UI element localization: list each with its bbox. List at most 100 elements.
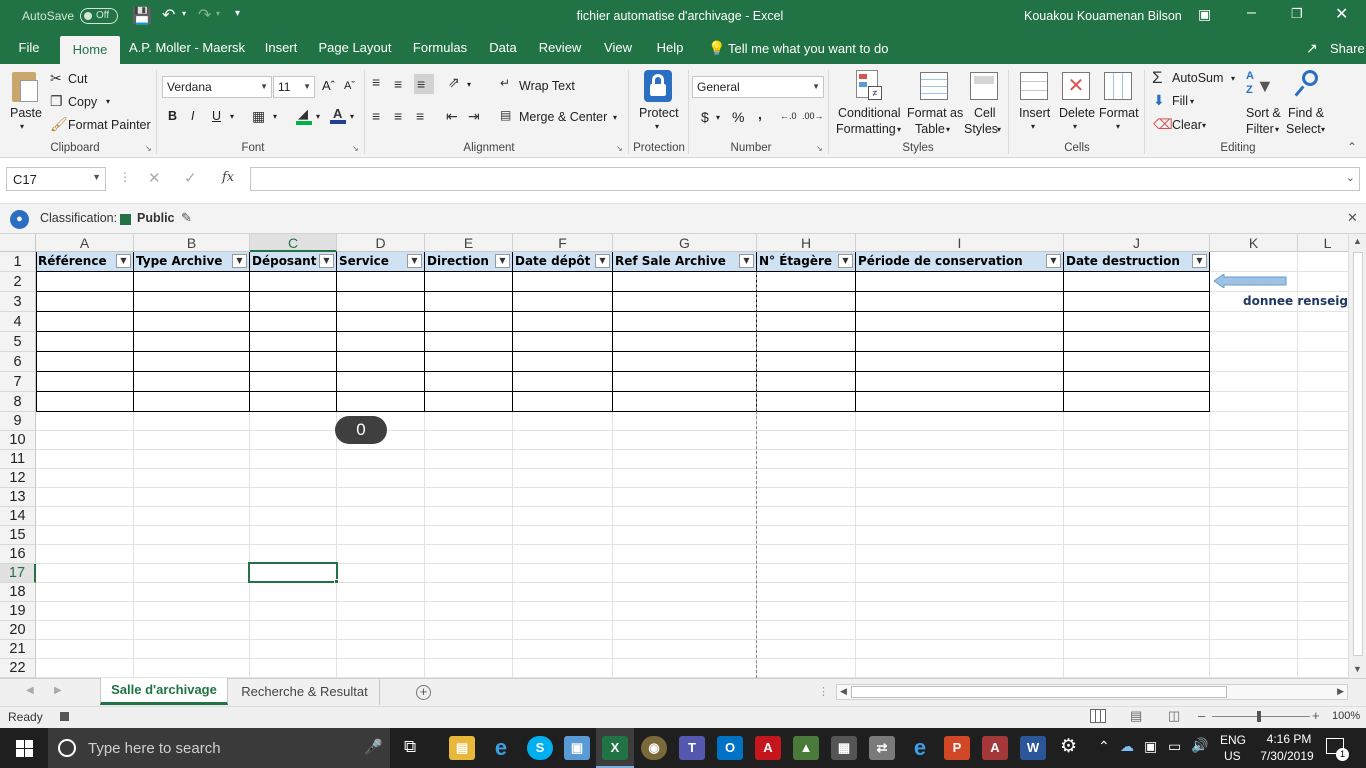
table-cell[interactable] [250,312,337,332]
vertical-scrollbar[interactable]: ▲ ▼ [1348,234,1366,678]
fill-dropdown-icon[interactable]: ▾ [316,112,320,121]
column-header-a[interactable]: A [36,234,134,252]
table-cell[interactable] [36,332,134,352]
tab-home[interactable]: Home [60,36,120,64]
scroll-thumb[interactable] [1353,252,1363,656]
tell-me-input[interactable]: Tell me what you want to do [728,41,888,56]
fill-color-icon[interactable]: ◢ [296,106,312,125]
underline-dropdown-icon[interactable]: ▾ [230,112,234,121]
table-cell[interactable] [757,392,856,412]
table-cell[interactable] [613,372,757,392]
filter-dropdown-icon[interactable]: ▼ [1192,254,1207,268]
delete-cells-button[interactable]: Delete [1059,106,1095,120]
table-cell[interactable] [425,392,513,412]
clear-dropdown-icon[interactable]: ▾ [1202,121,1206,130]
table-cell[interactable] [250,332,337,352]
tab-review[interactable]: Review [534,32,586,64]
format-as-table-dropdown-icon[interactable]: ▾ [946,125,950,134]
borders-dropdown-icon[interactable]: ▾ [273,112,277,121]
table-cell[interactable] [134,392,250,412]
table-cell[interactable] [1064,392,1210,412]
cut-button[interactable]: Cut [68,72,87,86]
table-cell[interactable] [134,372,250,392]
number-launcher-icon[interactable]: ↘ [816,144,823,153]
next-sheet-icon[interactable]: ▶ [54,685,62,696]
teams-icon[interactable]: T [679,736,705,760]
table-cell[interactable] [36,352,134,372]
find-select-label-1[interactable]: Find & [1288,106,1324,120]
table-cell[interactable] [1064,272,1210,292]
format-dropdown-icon[interactable]: ▾ [1116,122,1120,131]
zoom-in-icon[interactable]: + [1312,708,1320,723]
restore-icon[interactable]: ❐ [1291,6,1303,22]
access-icon[interactable]: A [982,736,1008,760]
app-icon-green[interactable]: ▲ [793,736,819,760]
autosum-button[interactable]: AutoSum [1172,71,1223,85]
row-header-6[interactable]: 6 [0,352,36,372]
sheet-tab-recherche-resultat[interactable]: Recherche & Resultat [230,679,380,705]
table-cell[interactable] [856,312,1064,332]
row-header-7[interactable]: 7 [0,372,36,392]
number-format-select[interactable]: General ▼ [692,76,824,98]
share-icon[interactable]: ↗ [1306,40,1318,57]
shrink-font-icon[interactable]: Aˇ [344,80,355,92]
table-cell[interactable] [757,312,856,332]
sort-filter-label-2[interactable]: Filter [1246,122,1274,136]
merge-center-button[interactable]: Merge & Center [519,110,607,124]
column-header-e[interactable]: E [425,234,513,252]
app-icon-gray[interactable]: ⇄ [869,736,895,760]
undo-dropdown-icon[interactable]: ▾ [182,9,186,18]
remote-desktop-icon[interactable]: ▣ [564,736,590,760]
clear-button[interactable]: Clear [1172,118,1202,132]
grow-font-icon[interactable]: Aˆ [322,78,335,93]
tab-formulas[interactable]: Formulas [406,32,474,64]
tab-data[interactable]: Data [484,32,522,64]
fill-handle[interactable] [334,579,339,584]
paste-dropdown-icon[interactable]: ▾ [20,122,24,131]
row-header-13[interactable]: 13 [0,488,36,507]
format-painter-button[interactable]: Format Painter [68,118,151,132]
table-cell[interactable] [613,332,757,352]
tab-split-handle-icon[interactable]: ⋮ [818,685,829,698]
file-explorer-icon[interactable]: ▤ [449,736,475,760]
row-header-17[interactable]: 17 [0,564,36,583]
table-cell[interactable] [1064,352,1210,372]
table-cell[interactable] [513,392,613,412]
table-cell[interactable] [250,292,337,312]
tab-maersk[interactable]: A.P. Moller - Maersk [126,32,248,64]
scroll-up-icon[interactable]: ▲ [1353,236,1362,246]
filter-dropdown-icon[interactable]: ▼ [838,254,853,268]
currency-dropdown-icon[interactable]: ▾ [716,113,720,122]
page-layout-view-icon[interactable]: ▤ [1130,708,1142,724]
row-header-2[interactable]: 2 [0,272,36,292]
sheet-tab-salle-archivage[interactable]: Salle d'archivage [100,678,228,705]
redo-icon[interactable]: ↷ [198,5,211,25]
insert-cells-icon[interactable] [1020,72,1048,100]
find-select-label-2[interactable]: Select [1286,122,1321,136]
table-cell[interactable] [513,352,613,372]
tab-insert[interactable]: Insert [258,32,304,64]
customize-qat-icon[interactable]: ▾ [235,8,240,19]
calculator-icon[interactable]: ▦ [831,736,857,760]
excel-taskbar-active[interactable]: X [596,728,634,768]
find-dropdown-icon[interactable]: ▾ [1321,125,1325,134]
align-top-icon[interactable]: ≡ [372,74,380,90]
share-button[interactable]: Share [1330,41,1365,56]
wrap-text-icon[interactable]: ↵ [500,76,510,90]
language-line-1[interactable]: ENG [1220,733,1246,747]
wrap-text-button[interactable]: Wrap Text [519,79,575,93]
column-header-i[interactable]: I [856,234,1064,252]
zoom-level[interactable]: 100% [1332,710,1360,722]
selected-cell-c17[interactable] [248,562,338,583]
taskbar-search-box[interactable]: Type here to search 🎤 [48,728,390,768]
table-cell[interactable] [250,352,337,372]
horizontal-scrollbar[interactable]: ◀ ▶ [836,684,1348,700]
cell-styles-icon[interactable] [970,72,998,100]
table-cell[interactable] [856,272,1064,292]
fill-dropdown-icon[interactable]: ▾ [1190,97,1194,106]
delete-dropdown-icon[interactable]: ▾ [1073,122,1077,131]
save-icon[interactable]: 💾 [132,6,152,26]
settings-gear-icon[interactable]: ⚙ [1060,735,1077,758]
align-left-icon[interactable]: ≡ [372,108,380,124]
column-header-f[interactable]: F [513,234,613,252]
